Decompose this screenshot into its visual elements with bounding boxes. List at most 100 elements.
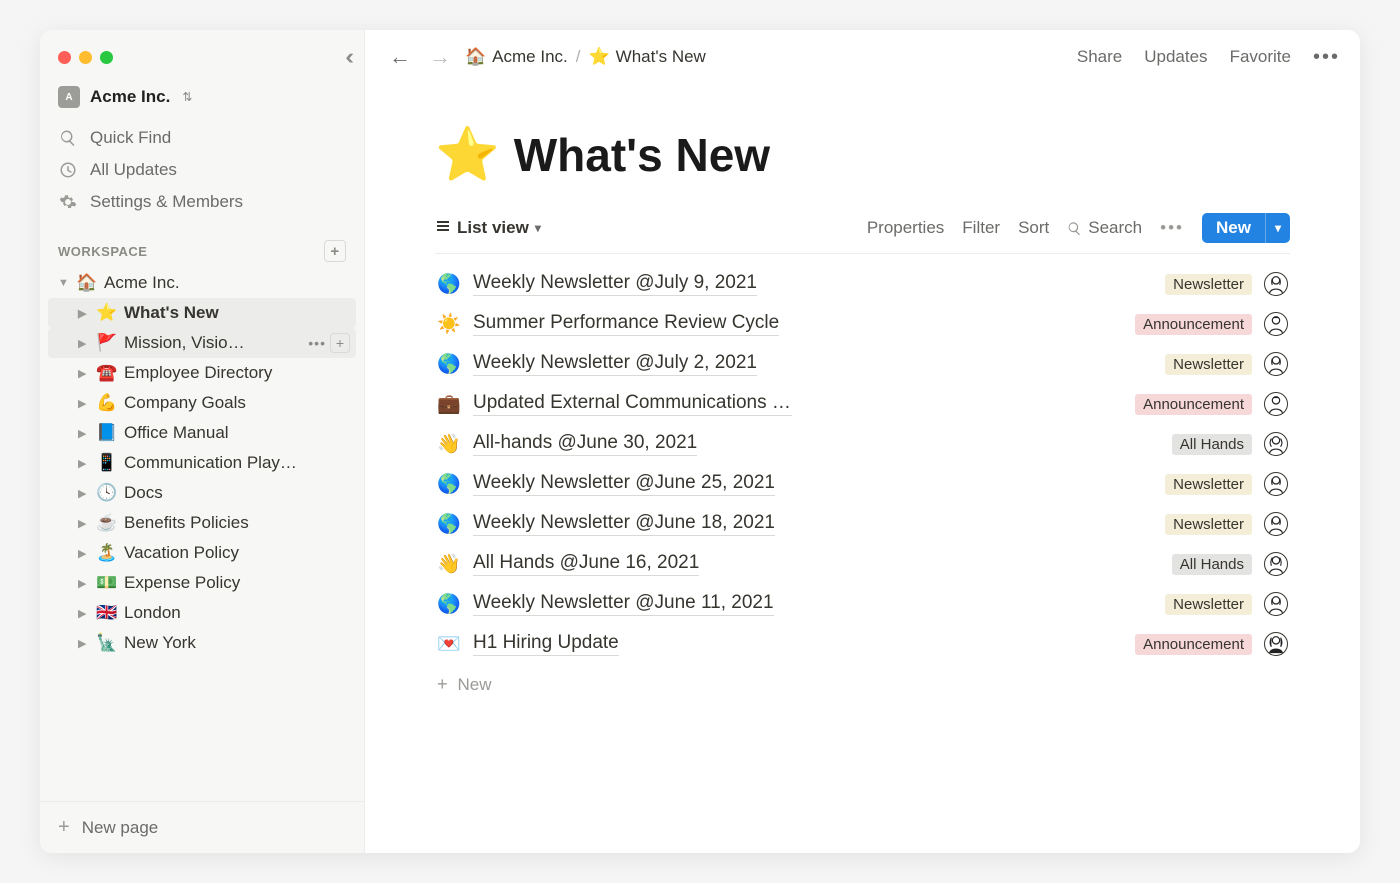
- more-menu-button[interactable]: •••: [1313, 46, 1340, 69]
- nav-forward-button[interactable]: →: [425, 42, 455, 72]
- sidebar-all-updates[interactable]: All Updates: [48, 154, 356, 186]
- workspace-switcher[interactable]: A Acme Inc. ⇅: [40, 80, 364, 120]
- sidebar-page-item[interactable]: ▶📱Communication Play…•••+: [48, 448, 356, 478]
- sidebar-page-item[interactable]: ▶🇬🇧London•••+: [48, 598, 356, 628]
- main-area: ← → 🏠 Acme Inc. / ⭐ What's New Share Upd…: [365, 30, 1360, 853]
- list-item[interactable]: ☀️Summer Performance Review CycleAnnounc…: [435, 304, 1290, 344]
- page-label: Docs: [124, 483, 350, 503]
- disclosure-triangle-icon[interactable]: ▶: [78, 607, 90, 620]
- list-item[interactable]: 🌎Weekly Newsletter @June 18, 2021Newslet…: [435, 504, 1290, 544]
- sidebar-page-item[interactable]: ▼🏠Acme Inc.•••+: [48, 268, 356, 298]
- disclosure-triangle-icon[interactable]: ▶: [78, 637, 90, 650]
- disclosure-triangle-icon[interactable]: ▶: [78, 577, 90, 590]
- disclosure-triangle-icon[interactable]: ▶: [78, 547, 90, 560]
- new-entry-button[interactable]: New ▾: [1202, 213, 1290, 243]
- window-maximize-button[interactable]: [100, 51, 113, 64]
- nav-back-button[interactable]: ←: [385, 42, 415, 72]
- list-item[interactable]: 🌎Weekly Newsletter @June 25, 2021Newslet…: [435, 464, 1290, 504]
- disclosure-triangle-icon[interactable]: ▼: [58, 277, 70, 289]
- page-more-button[interactable]: •••: [308, 335, 326, 351]
- disclosure-triangle-icon[interactable]: ▶: [78, 337, 90, 350]
- row-emoji: 🌎: [437, 592, 461, 616]
- list-item[interactable]: 🌎Weekly Newsletter @June 11, 2021Newslet…: [435, 584, 1290, 624]
- search-label: Search: [1088, 218, 1142, 238]
- disclosure-triangle-icon[interactable]: ▶: [78, 457, 90, 470]
- list-item[interactable]: 🌎Weekly Newsletter @July 9, 2021Newslett…: [435, 264, 1290, 304]
- author-avatar: [1264, 592, 1288, 616]
- view-more-button[interactable]: •••: [1160, 218, 1184, 238]
- breadcrumb-label: Acme Inc.: [492, 47, 568, 67]
- page-emoji: 🚩: [96, 333, 118, 353]
- page-title-text[interactable]: What's New: [514, 128, 770, 182]
- breadcrumb-segment-current[interactable]: ⭐ What's New: [589, 47, 706, 67]
- sidebar-page-item[interactable]: ▶☕Benefits Policies•••+: [48, 508, 356, 538]
- app-window: ‹‹ A Acme Inc. ⇅ Quick Find All Updates: [40, 30, 1360, 853]
- breadcrumb-emoji: ⭐: [589, 47, 610, 67]
- disclosure-triangle-icon[interactable]: ▶: [78, 427, 90, 440]
- updates-button[interactable]: Updates: [1144, 47, 1207, 67]
- workspace-name: Acme Inc.: [90, 87, 170, 107]
- sort-button[interactable]: Sort: [1018, 218, 1049, 238]
- sidebar-quick-find[interactable]: Quick Find: [48, 122, 356, 154]
- sidebar-quick-section: Quick Find All Updates Settings & Member…: [40, 120, 364, 220]
- add-row-button[interactable]: + New: [435, 664, 1290, 705]
- sidebar-page-item[interactable]: ▶🗽New York•••+: [48, 628, 356, 658]
- sidebar-item-label: Settings & Members: [90, 192, 243, 212]
- tag-badge: Newsletter: [1165, 514, 1252, 535]
- sidebar-page-item[interactable]: ▶🏝️Vacation Policy•••+: [48, 538, 356, 568]
- tag-badge: Newsletter: [1165, 354, 1252, 375]
- sidebar-page-item[interactable]: ▶🚩Mission, Visio…•••+: [48, 328, 356, 358]
- disclosure-triangle-icon[interactable]: ▶: [78, 397, 90, 410]
- sidebar-page-item[interactable]: ▶💪Company Goals•••+: [48, 388, 356, 418]
- page-label: New York: [124, 633, 350, 653]
- tag-badge: Newsletter: [1165, 594, 1252, 615]
- add-page-button[interactable]: +: [324, 240, 346, 262]
- favorite-button[interactable]: Favorite: [1230, 47, 1291, 67]
- view-toolbar: List view ▾ Properties Filter Sort Searc…: [435, 213, 1290, 254]
- plus-icon: +: [58, 816, 70, 839]
- window-close-button[interactable]: [58, 51, 71, 64]
- new-page-label: New page: [82, 818, 159, 838]
- search-button[interactable]: Search: [1067, 218, 1142, 238]
- page-title: ⭐ What's New: [435, 124, 1290, 185]
- row-emoji: ☀️: [437, 312, 461, 336]
- disclosure-triangle-icon[interactable]: ▶: [78, 367, 90, 380]
- sidebar-page-item[interactable]: ▶📘Office Manual•••+: [48, 418, 356, 448]
- page-emoji: 📘: [96, 423, 118, 443]
- list-item[interactable]: 👋All Hands @June 16, 2021All Hands: [435, 544, 1290, 584]
- chevron-down-icon[interactable]: ▾: [1265, 213, 1290, 243]
- row-title: Summer Performance Review Cycle: [473, 312, 779, 336]
- author-avatar: [1264, 272, 1288, 296]
- add-subpage-button[interactable]: +: [330, 333, 350, 353]
- breadcrumb-segment-root[interactable]: 🏠 Acme Inc.: [465, 47, 568, 67]
- sidebar-page-item[interactable]: ▶⭐What's New•••+: [48, 298, 356, 328]
- sidebar-settings[interactable]: Settings & Members: [48, 186, 356, 218]
- share-button[interactable]: Share: [1077, 47, 1122, 67]
- disclosure-triangle-icon[interactable]: ▶: [78, 487, 90, 500]
- page-emoji: ⭐: [96, 303, 118, 323]
- list-item[interactable]: 💌H1 Hiring UpdateAnnouncement: [435, 624, 1290, 664]
- page-label: Vacation Policy: [124, 543, 350, 563]
- list-item[interactable]: 🌎Weekly Newsletter @July 2, 2021Newslett…: [435, 344, 1290, 384]
- row-title: Weekly Newsletter @June 18, 2021: [473, 512, 775, 536]
- sidebar-page-item[interactable]: ▶💵Expense Policy•••+: [48, 568, 356, 598]
- view-selector[interactable]: List view ▾: [435, 218, 541, 239]
- disclosure-triangle-icon[interactable]: ▶: [78, 307, 90, 320]
- filter-button[interactable]: Filter: [962, 218, 1000, 238]
- list-item[interactable]: 💼Updated External Communications PolicyA…: [435, 384, 1290, 424]
- author-avatar: [1264, 312, 1288, 336]
- list-item[interactable]: 👋All-hands @June 30, 2021All Hands: [435, 424, 1290, 464]
- properties-button[interactable]: Properties: [867, 218, 944, 238]
- page-emoji[interactable]: ⭐: [435, 124, 500, 185]
- disclosure-triangle-icon[interactable]: ▶: [78, 517, 90, 530]
- window-minimize-button[interactable]: [79, 51, 92, 64]
- view-label: List view: [457, 218, 529, 238]
- page-emoji: 💪: [96, 393, 118, 413]
- sidebar-page-item[interactable]: ▶☎️Employee Directory•••+: [48, 358, 356, 388]
- author-avatar: [1264, 432, 1288, 456]
- page-emoji: 💵: [96, 573, 118, 593]
- new-page-button[interactable]: + New page: [40, 801, 364, 853]
- sidebar-page-item[interactable]: ▶🕓Docs•••+: [48, 478, 356, 508]
- page-label: Benefits Policies: [124, 513, 350, 533]
- collapse-sidebar-button[interactable]: ‹‹: [345, 44, 348, 70]
